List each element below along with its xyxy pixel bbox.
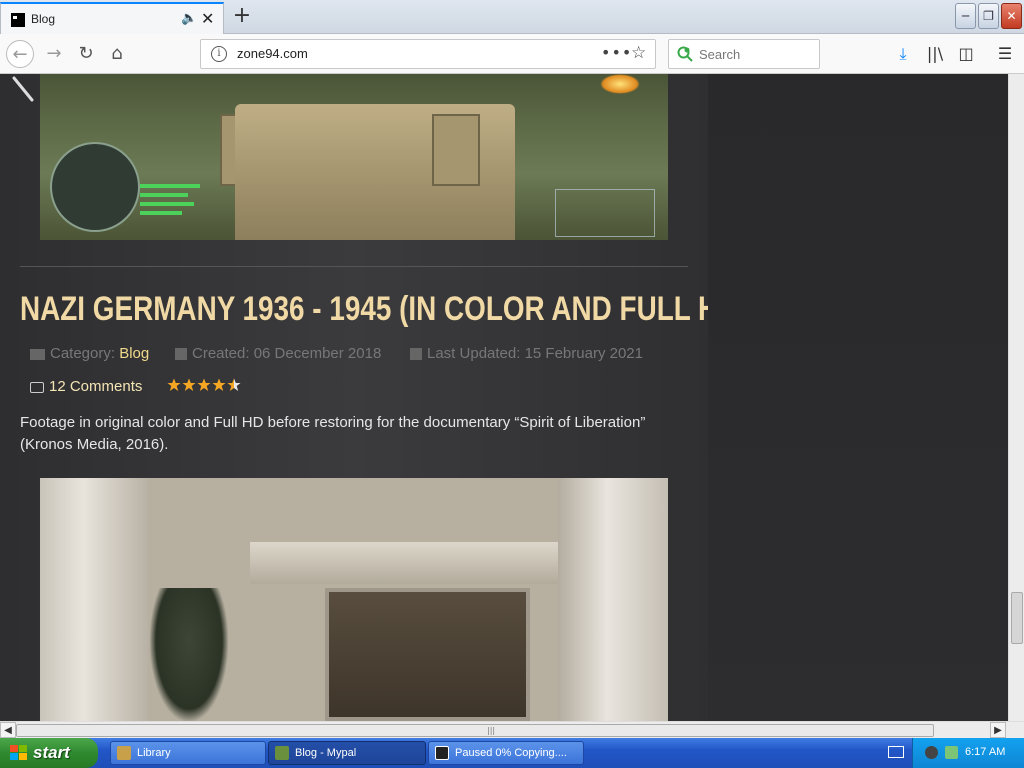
network-icon[interactable] xyxy=(945,746,958,759)
search-icon xyxy=(677,46,693,62)
task-label: Paused 0% Copying.... xyxy=(455,747,567,759)
star-icon[interactable] xyxy=(227,378,241,392)
video-thumbnail[interactable] xyxy=(40,478,668,721)
star-icon[interactable] xyxy=(182,378,196,392)
task-library[interactable]: Library xyxy=(110,741,266,765)
start-button[interactable]: start xyxy=(0,738,98,768)
horizontal-scroll-thumb[interactable]: ||| xyxy=(16,724,934,737)
star-icon[interactable] xyxy=(212,378,226,392)
building-cornice xyxy=(250,542,560,584)
navigation-toolbar: ← → ↻ ⌂ i zone94.com ••• ☆ Search ⤓ ||\ … xyxy=(0,34,1024,74)
taskbar: start Library Blog - Mypal Paused 0% Cop… xyxy=(0,738,1024,768)
star-icon[interactable] xyxy=(197,378,211,392)
clock: 6:17 AM xyxy=(965,746,1006,758)
explosion-graphic xyxy=(600,74,640,94)
hud-bars xyxy=(140,184,200,234)
comments-count[interactable]: 12 Comments xyxy=(49,378,142,395)
horizontal-scrollbar[interactable]: ◀ ||| ▶ xyxy=(0,721,1024,738)
task-label: Blog - Mypal xyxy=(295,747,357,759)
mypal-icon xyxy=(275,746,289,760)
7zip-icon xyxy=(435,746,449,760)
tab-title: Blog xyxy=(31,12,56,26)
new-tab-button[interactable]: + xyxy=(230,3,254,29)
created-date: Created: 06 December 2018 xyxy=(192,345,382,362)
vertical-scrollbar[interactable] xyxy=(1008,74,1024,721)
pillar-left xyxy=(40,478,148,721)
menu-icon[interactable]: ☰ xyxy=(992,40,1018,68)
speaker-icon[interactable]: 🔈 xyxy=(181,11,197,26)
game-screenshot-image[interactable] xyxy=(40,74,668,240)
post-divider xyxy=(20,266,688,267)
star-icon[interactable] xyxy=(167,378,181,392)
main-column: NAZI GERMANY 1936 - 1945 (IN COLOR AND F… xyxy=(0,74,748,721)
post-category: Category: Blog xyxy=(30,345,149,362)
post-updated: Last Updated: 15 February 2021 xyxy=(410,345,643,362)
url-bar[interactable]: i zone94.com ••• ☆ xyxy=(200,39,656,69)
scroll-left-icon[interactable]: ◀ xyxy=(0,722,16,738)
category-label: Category: xyxy=(50,345,116,362)
sidebar-column xyxy=(708,74,1008,721)
scroll-right-icon[interactable]: ▶ xyxy=(990,722,1006,738)
tank-launcher-right xyxy=(432,114,480,186)
page-content: NAZI GERMANY 1936 - 1945 (IN COLOR AND F… xyxy=(0,74,1008,721)
hud-tank-status xyxy=(555,189,655,237)
library-icon[interactable]: ||\ xyxy=(922,40,948,68)
task-label: Library xyxy=(137,747,171,759)
download-icon[interactable]: ⤓ xyxy=(890,40,916,68)
back-button[interactable]: ← xyxy=(6,40,34,68)
sidebar-icon[interactable]: ◫ xyxy=(953,40,979,68)
category-link[interactable]: Blog xyxy=(119,345,149,362)
reload-button[interactable]: ↻ xyxy=(72,40,100,68)
windows-logo-icon xyxy=(10,745,27,760)
tray-app-icon[interactable] xyxy=(925,746,938,759)
home-button[interactable]: ⌂ xyxy=(103,40,131,68)
tab-blog[interactable]: Blog 🔈 ✕ xyxy=(0,2,224,34)
building-door xyxy=(325,588,530,721)
calendar-icon xyxy=(175,348,187,361)
folder-icon xyxy=(30,348,45,360)
forward-button[interactable]: → xyxy=(40,40,68,68)
edit-pencil-icon[interactable] xyxy=(10,74,38,104)
bookmark-star-icon[interactable]: ☆ xyxy=(631,43,646,63)
task-7zip[interactable]: Paused 0% Copying.... xyxy=(428,741,584,765)
post-title[interactable]: NAZI GERMANY 1936 - 1945 (IN COLOR AND F… xyxy=(20,290,748,329)
post-created: Created: 06 December 2018 xyxy=(175,345,381,362)
site-info-icon[interactable]: i xyxy=(211,46,227,62)
tree-graphic xyxy=(150,588,228,721)
vertical-scroll-thumb[interactable] xyxy=(1011,592,1023,644)
restore-button[interactable]: ❐ xyxy=(978,3,999,29)
minimize-button[interactable]: ─ xyxy=(955,3,976,29)
task-browser[interactable]: Blog - Mypal xyxy=(268,741,426,765)
window-close-button[interactable]: ✕ xyxy=(1001,3,1022,29)
calendar-icon xyxy=(410,348,422,361)
rating-stars[interactable] xyxy=(167,378,242,395)
post-description: Footage in original color and Full HD be… xyxy=(20,414,646,453)
search-box[interactable]: Search xyxy=(668,39,820,69)
close-tab-icon[interactable]: ✕ xyxy=(201,9,214,28)
keyboard-icon[interactable] xyxy=(888,746,904,758)
start-label: start xyxy=(33,743,70,762)
minimap-graphic xyxy=(50,142,140,232)
comment-icon xyxy=(30,381,44,393)
library-icon xyxy=(117,746,131,760)
search-input[interactable]: Search xyxy=(699,47,740,62)
updated-date: Last Updated: 15 February 2021 xyxy=(427,345,643,362)
url-text[interactable]: zone94.com xyxy=(237,46,308,61)
tab-strip: Blog 🔈 ✕ + ─ ❐ ✕ xyxy=(0,0,1024,34)
site-favicon-icon xyxy=(11,13,25,27)
comments-link[interactable]: 12 Comments xyxy=(30,378,142,395)
pillar-right xyxy=(558,478,668,721)
page-actions-icon[interactable]: ••• xyxy=(601,43,632,62)
